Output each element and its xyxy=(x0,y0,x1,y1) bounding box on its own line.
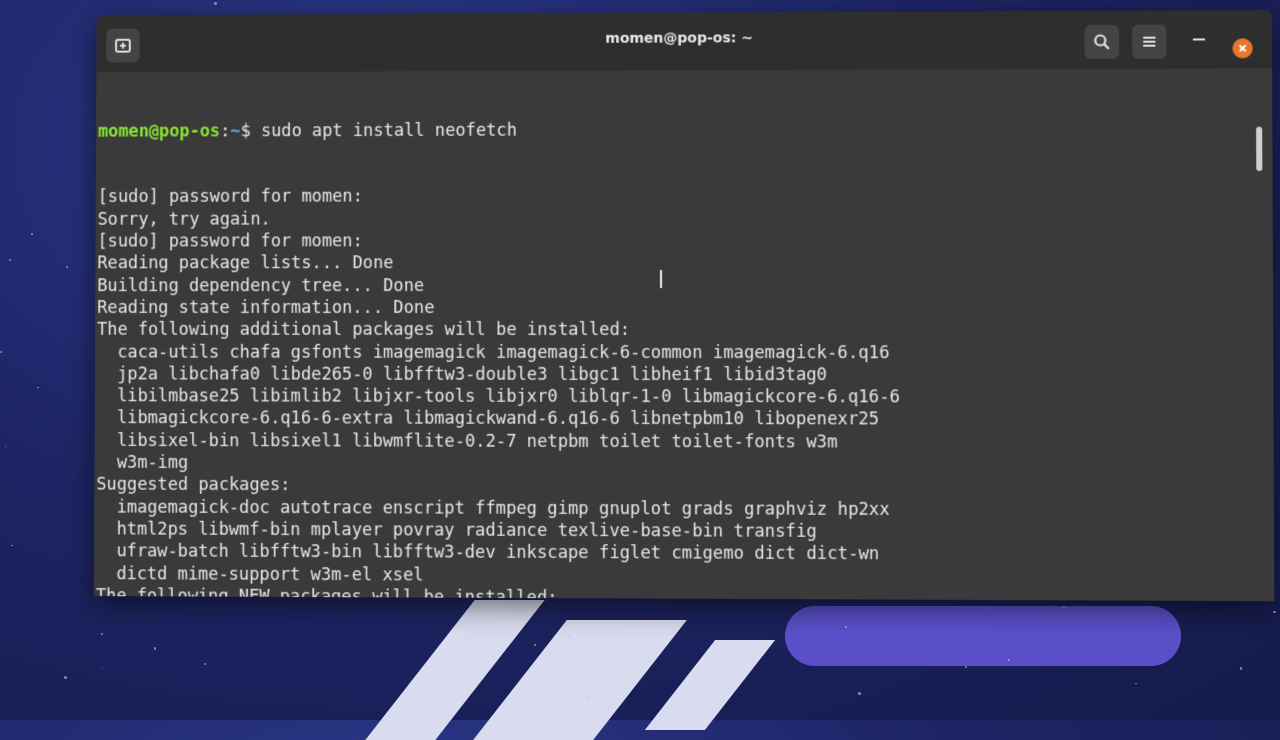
title-bar: momen@pop-os: ~ xyxy=(96,10,1273,73)
wallpaper-star xyxy=(10,544,13,547)
search-button[interactable] xyxy=(1084,24,1120,59)
terminal-output[interactable]: momen@pop-os:~$ sudo apt install neofetc… xyxy=(93,68,1275,601)
wallpaper-star xyxy=(1007,658,1010,661)
wallpaper-star xyxy=(100,632,103,635)
wallpaper-star xyxy=(964,665,967,668)
wallpaper-star xyxy=(8,259,12,262)
output-line: libmagickcore-6.q16-6-extra libmagickwan… xyxy=(96,408,880,430)
close-button[interactable] xyxy=(1232,38,1253,59)
wallpaper-star xyxy=(638,652,641,655)
wallpaper-star xyxy=(729,657,731,659)
output-line: jp2a libchafa0 libde265-0 libfftw3-doubl… xyxy=(96,364,828,386)
close-icon xyxy=(1237,43,1247,53)
wallpaper-star xyxy=(568,635,571,638)
output-line: Suggested packages: xyxy=(96,475,291,496)
minimize-button[interactable] xyxy=(1192,38,1206,41)
wallpaper-star xyxy=(533,643,537,646)
scrollbar-thumb[interactable] xyxy=(1256,126,1263,171)
wallpaper-star xyxy=(443,703,447,707)
text-cursor-ibeam xyxy=(660,270,663,289)
wallpaper-star xyxy=(37,386,39,389)
output-line: caca-utils chafa gsfonts imagemagick ima… xyxy=(96,342,890,363)
wallpaper-star xyxy=(858,691,862,695)
wallpaper-star xyxy=(0,350,3,353)
output-line: [sudo] password for momen: xyxy=(97,231,363,252)
wallpaper-star xyxy=(586,696,590,700)
menu-button[interactable] xyxy=(1132,24,1167,59)
hamburger-menu-icon xyxy=(1141,34,1157,50)
output-line: Reading package lists... Done xyxy=(97,253,394,274)
output-line: libilmbase25 libimlib2 libjxr-tools libj… xyxy=(96,386,900,408)
output-block: [sudo] password for momen: Sorry, try aga… xyxy=(95,185,1274,601)
wallpaper-star xyxy=(66,265,69,268)
prompt-path: ~ xyxy=(230,121,241,141)
command-text: sudo apt install neofetch xyxy=(260,120,518,141)
wallpaper-star xyxy=(845,626,847,628)
wallpaper-stripe xyxy=(644,640,776,730)
search-icon xyxy=(1093,33,1111,51)
wallpaper-star xyxy=(153,647,157,650)
wallpaper-star xyxy=(4,446,6,448)
prompt-separator: : xyxy=(220,121,231,141)
output-line: libsixel-bin libsixel1 libwmflite-0.2-7 … xyxy=(96,430,838,453)
prompt-user-host: momen@pop-os xyxy=(97,121,221,142)
wallpaper-star xyxy=(101,666,104,669)
wallpaper-star xyxy=(1239,667,1243,671)
output-line: Sorry, try again. xyxy=(97,209,271,230)
terminal-window: momen@pop-os: ~ momen@pop-os:~$ sudo apt… xyxy=(93,10,1275,602)
wallpaper-star xyxy=(1135,682,1137,685)
wallpaper-star xyxy=(203,662,207,665)
output-line: [sudo] password for momen: xyxy=(97,187,363,208)
wallpaper-pill xyxy=(785,606,1181,666)
prompt-symbol: $ xyxy=(240,121,251,141)
output-line: The following additional packages will b… xyxy=(97,320,631,341)
wallpaper-star xyxy=(30,233,33,235)
command-line: momen@pop-os:~$ sudo apt install neofetc… xyxy=(98,117,1272,142)
wallpaper-star xyxy=(1273,610,1276,614)
output-line: Building dependency tree... Done xyxy=(97,275,425,296)
wallpaper-star xyxy=(213,2,217,5)
output-line: w3m-img xyxy=(96,452,189,474)
output-line: Reading state information... Done xyxy=(97,297,435,318)
wallpaper-star xyxy=(64,676,68,680)
